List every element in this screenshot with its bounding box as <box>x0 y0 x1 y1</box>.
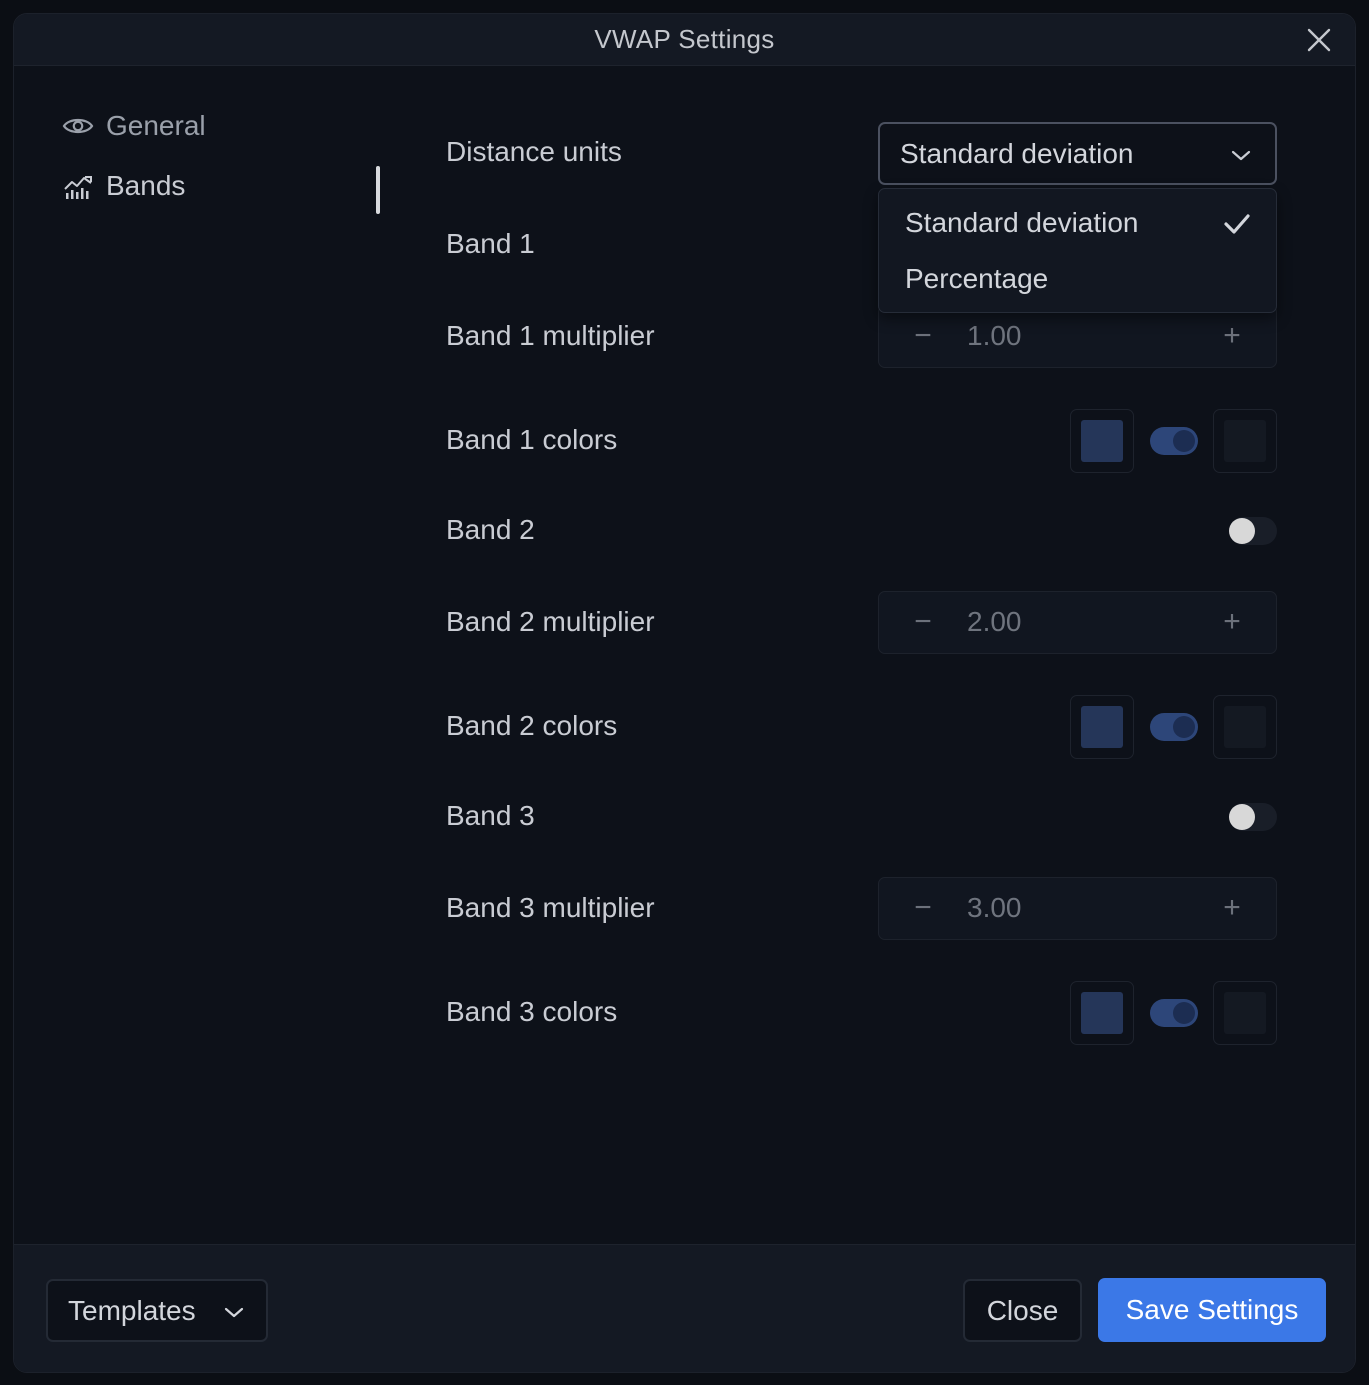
band-1-label: Band 1 <box>446 228 535 259</box>
band-2-multiplier-label: Band 2 multiplier <box>446 606 655 637</box>
increment-button[interactable]: + <box>1220 318 1244 354</box>
eye-icon <box>62 110 94 142</box>
templates-label: Templates <box>68 1294 196 1326</box>
toggle-knob <box>1229 804 1255 830</box>
band-2-label: Band 2 <box>446 514 535 545</box>
band-3-fill-toggle[interactable] <box>1150 999 1198 1027</box>
band-1-fill-color-swatch[interactable] <box>1213 409 1277 473</box>
option-standard-deviation[interactable]: Standard deviation <box>905 207 1139 239</box>
dialog-footer: Templates Close Save Settings <box>14 1244 1355 1372</box>
color-fill <box>1081 420 1123 462</box>
chevron-up-icon <box>1229 142 1253 166</box>
active-tab-indicator <box>376 166 380 214</box>
check-icon <box>1222 209 1252 239</box>
band-3-fill-color-swatch[interactable] <box>1213 981 1277 1045</box>
increment-button[interactable]: + <box>1220 604 1244 640</box>
color-fill <box>1224 992 1266 1034</box>
multiplier-value[interactable]: 1.00 <box>967 320 1022 352</box>
close-icon[interactable] <box>1305 26 1333 54</box>
option-percentage[interactable]: Percentage <box>905 263 1048 295</box>
band-3-colors-label: Band 3 colors <box>446 996 618 1027</box>
sidebar-item-label: General <box>106 110 206 141</box>
dialog-title: VWAP Settings <box>594 24 775 54</box>
band-1-fill-toggle[interactable] <box>1150 427 1198 455</box>
color-fill <box>1081 992 1123 1034</box>
band-3-toggle[interactable] <box>1229 803 1277 831</box>
distance-units-select[interactable]: Standard deviation <box>878 122 1277 185</box>
band-2-fill-toggle[interactable] <box>1150 713 1198 741</box>
toggle-knob <box>1173 430 1195 452</box>
vwap-settings-dialog: VWAP Settings General Bands Distance uni… <box>13 13 1356 1373</box>
save-settings-button[interactable]: Save Settings <box>1098 1278 1326 1342</box>
multiplier-value[interactable]: 2.00 <box>967 606 1022 638</box>
color-fill <box>1224 706 1266 748</box>
band-2-fill-color-swatch[interactable] <box>1213 695 1277 759</box>
band-2-multiplier-stepper[interactable]: − 2.00 + <box>878 591 1277 654</box>
band-1-line-color-swatch[interactable] <box>1070 409 1134 473</box>
distance-units-dropdown: Standard deviation Percentage <box>878 188 1277 313</box>
toggle-knob <box>1173 716 1195 738</box>
band-2-toggle[interactable] <box>1229 517 1277 545</box>
band-3-line-color-swatch[interactable] <box>1070 981 1134 1045</box>
sidebar-item-bands[interactable]: Bands <box>62 170 185 202</box>
select-value: Standard deviation <box>900 137 1134 169</box>
band-3-multiplier-stepper[interactable]: − 3.00 + <box>878 877 1277 940</box>
band-3-label: Band 3 <box>446 800 535 831</box>
band-1-colors-label: Band 1 colors <box>446 424 618 455</box>
chevron-down-icon <box>222 1299 246 1323</box>
distance-units-label: Distance units <box>446 136 622 167</box>
sidebar-item-general[interactable]: General <box>62 110 206 142</box>
multiplier-value[interactable]: 3.00 <box>967 892 1022 924</box>
dialog-titlebar: VWAP Settings <box>14 14 1355 66</box>
increment-button[interactable]: + <box>1220 890 1244 926</box>
band-1-multiplier-label: Band 1 multiplier <box>446 320 655 351</box>
color-fill <box>1081 706 1123 748</box>
decrement-button[interactable]: − <box>911 604 935 640</box>
band-2-line-color-swatch[interactable] <box>1070 695 1134 759</box>
toggle-knob <box>1229 518 1255 544</box>
band-1-multiplier-stepper[interactable]: − 1.00 + <box>878 305 1277 368</box>
templates-button[interactable]: Templates <box>46 1279 268 1342</box>
close-button[interactable]: Close <box>963 1279 1082 1342</box>
band-2-colors-label: Band 2 colors <box>446 710 618 741</box>
toggle-knob <box>1173 1002 1195 1024</box>
decrement-button[interactable]: − <box>911 890 935 926</box>
chart-icon <box>62 170 94 202</box>
color-fill <box>1224 420 1266 462</box>
decrement-button[interactable]: − <box>911 318 935 354</box>
band-3-multiplier-label: Band 3 multiplier <box>446 892 655 923</box>
sidebar-item-label: Bands <box>106 170 186 201</box>
